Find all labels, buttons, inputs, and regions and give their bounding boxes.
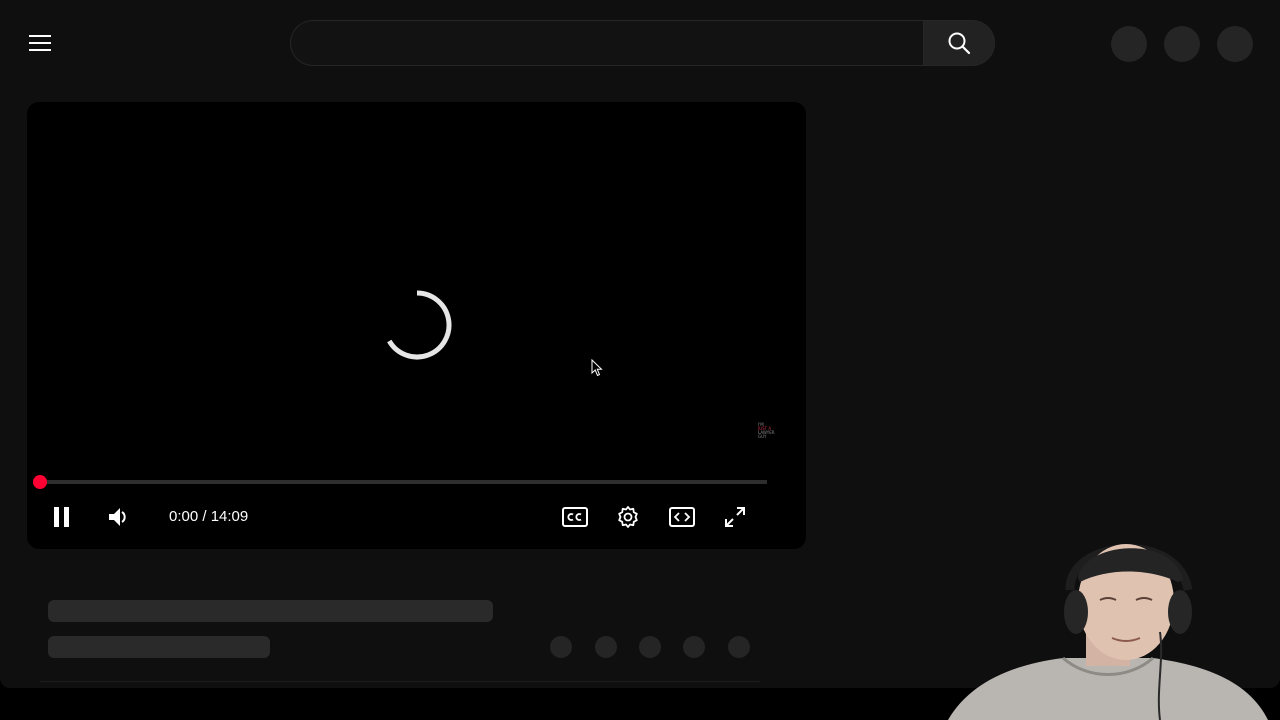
action-placeholder-dot <box>639 636 661 658</box>
action-placeholder-dot <box>683 636 705 658</box>
mouse-cursor-icon <box>591 359 603 377</box>
action-placeholder-dot <box>595 636 617 658</box>
captions-button[interactable] <box>559 501 591 533</box>
time-display: 0:00 / 14:09 <box>169 508 249 525</box>
pause-icon <box>54 507 69 527</box>
top-action-button-1[interactable] <box>1111 26 1147 62</box>
watermark-text: GUY <box>758 434 767 439</box>
video-title-placeholder <box>48 600 493 622</box>
progress-bar[interactable] <box>33 475 767 489</box>
volume-button[interactable] <box>102 501 134 533</box>
divider <box>40 681 760 682</box>
settings-button[interactable] <box>612 501 644 533</box>
progress-scrubber[interactable] <box>33 475 47 489</box>
menu-button[interactable] <box>24 27 56 59</box>
hamburger-menu-icon <box>29 35 51 51</box>
top-action-button-2[interactable] <box>1164 26 1200 62</box>
channel-info-placeholder <box>48 636 270 658</box>
search-input[interactable] <box>290 20 924 66</box>
theater-mode-icon <box>669 507 695 527</box>
closed-captions-icon <box>562 507 588 527</box>
pause-button[interactable] <box>46 501 78 533</box>
gear-icon <box>618 506 638 528</box>
fullscreen-icon <box>725 507 745 527</box>
streamer-webcam <box>948 544 1268 720</box>
theater-mode-button[interactable] <box>666 501 698 533</box>
fullscreen-button[interactable] <box>719 501 751 533</box>
action-placeholder-dot <box>550 636 572 658</box>
search-button[interactable] <box>923 20 995 66</box>
channel-watermark[interactable]: I'M JUST A LAWYER GUY <box>758 423 775 439</box>
loading-spinner-icon <box>387 290 452 360</box>
video-player[interactable]: I'M JUST A LAWYER GUY 0:00 / 14:09 <box>27 102 806 549</box>
volume-icon <box>109 508 126 526</box>
action-placeholder-dot <box>728 636 750 658</box>
search-icon <box>948 32 971 55</box>
top-action-button-3[interactable] <box>1217 26 1253 62</box>
